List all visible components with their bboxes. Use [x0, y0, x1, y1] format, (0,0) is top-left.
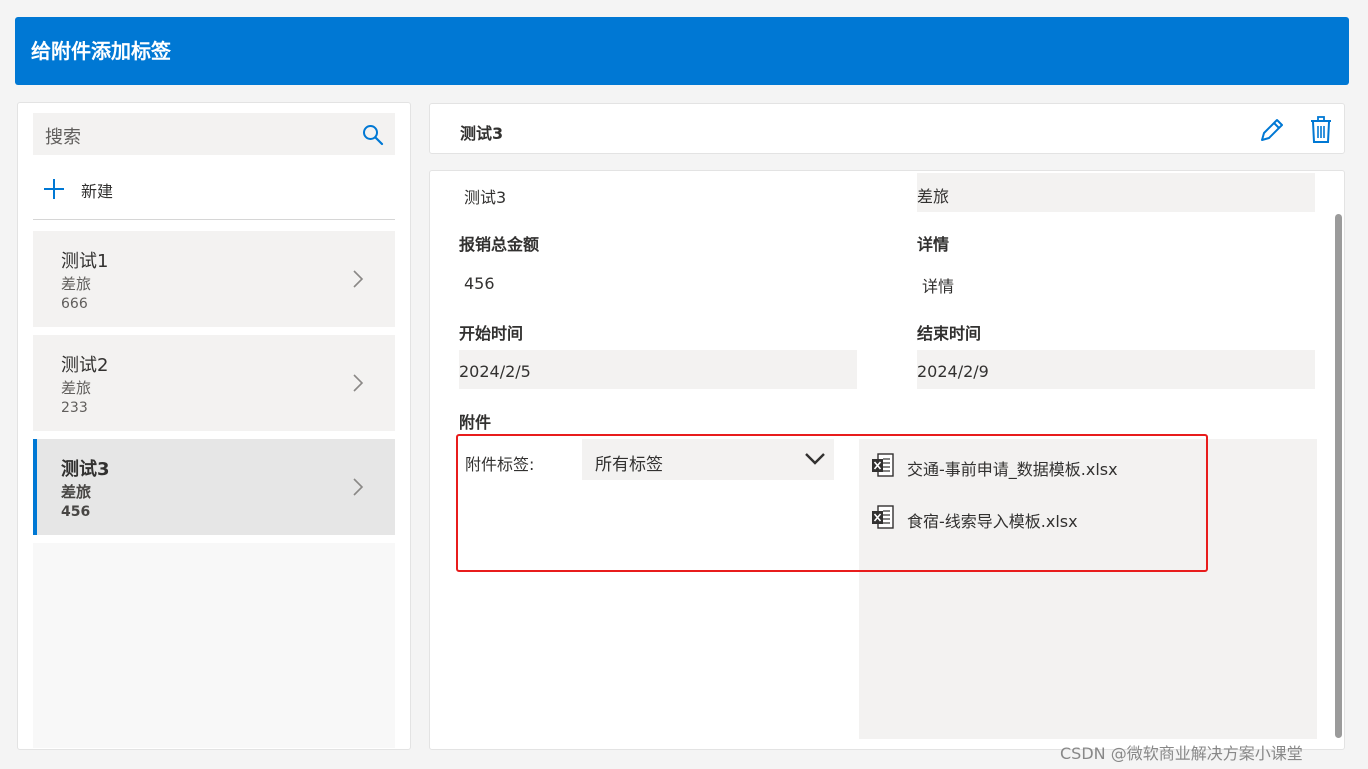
- list-item-category: 差旅: [61, 275, 92, 293]
- end-time-value: 2024/2/9: [917, 362, 989, 381]
- vertical-scrollbar[interactable]: [1335, 214, 1342, 738]
- highlight-annotation-box: [456, 434, 1208, 572]
- total-amount-field[interactable]: 456: [464, 274, 495, 293]
- list-item[interactable]: 测试2 差旅 233: [33, 335, 395, 431]
- total-amount-label: 报销总金额: [459, 235, 540, 254]
- list-item-category: 差旅: [61, 379, 92, 397]
- detail-header: 测试3: [429, 103, 1345, 154]
- list-item-amount: 456: [61, 504, 91, 520]
- start-time-value: 2024/2/5: [459, 362, 531, 381]
- list-item-title: 测试1: [61, 251, 109, 272]
- watermark: CSDN @微软商业解决方案小课堂: [1060, 744, 1303, 763]
- selection-indicator: [33, 439, 37, 535]
- detail-title: 测试3: [460, 124, 504, 143]
- chevron-right-icon: [353, 478, 364, 496]
- sidebar-divider: [33, 219, 395, 220]
- start-time-label: 开始时间: [459, 324, 524, 343]
- start-time-field[interactable]: 2024/2/5: [459, 350, 857, 389]
- list-item[interactable]: 测试1 差旅 666: [33, 231, 395, 327]
- type-field[interactable]: 差旅: [917, 173, 1315, 212]
- plus-icon: [44, 179, 64, 199]
- list-item-title: 测试2: [61, 355, 109, 376]
- chevron-right-icon: [353, 374, 364, 392]
- new-record-label: 新建: [81, 182, 114, 201]
- search-input[interactable]: 搜索: [33, 113, 395, 155]
- list-item-amount: 233: [61, 400, 88, 416]
- name-field[interactable]: 测试3: [464, 184, 506, 208]
- app-header: 给附件添加标签: [15, 17, 1349, 85]
- search-placeholder: 搜索: [45, 127, 81, 148]
- trash-icon[interactable]: [1310, 116, 1332, 144]
- type-value: 差旅: [917, 187, 950, 206]
- list-empty-area: [33, 543, 395, 748]
- list-item-category: 差旅: [61, 483, 92, 501]
- end-time-field[interactable]: 2024/2/9: [917, 350, 1315, 389]
- details-field[interactable]: 详情: [922, 273, 954, 297]
- pencil-icon[interactable]: [1258, 116, 1286, 144]
- search-icon[interactable]: [361, 123, 385, 147]
- chevron-right-icon: [353, 270, 364, 288]
- list-item-selected[interactable]: 测试3 差旅 456: [33, 439, 395, 535]
- end-time-label: 结束时间: [917, 324, 982, 343]
- attachments-label: 附件: [459, 413, 492, 432]
- app-title: 给附件添加标签: [31, 39, 171, 63]
- details-label: 详情: [917, 235, 950, 254]
- list-item-amount: 666: [61, 296, 88, 312]
- list-item-title: 测试3: [61, 459, 110, 480]
